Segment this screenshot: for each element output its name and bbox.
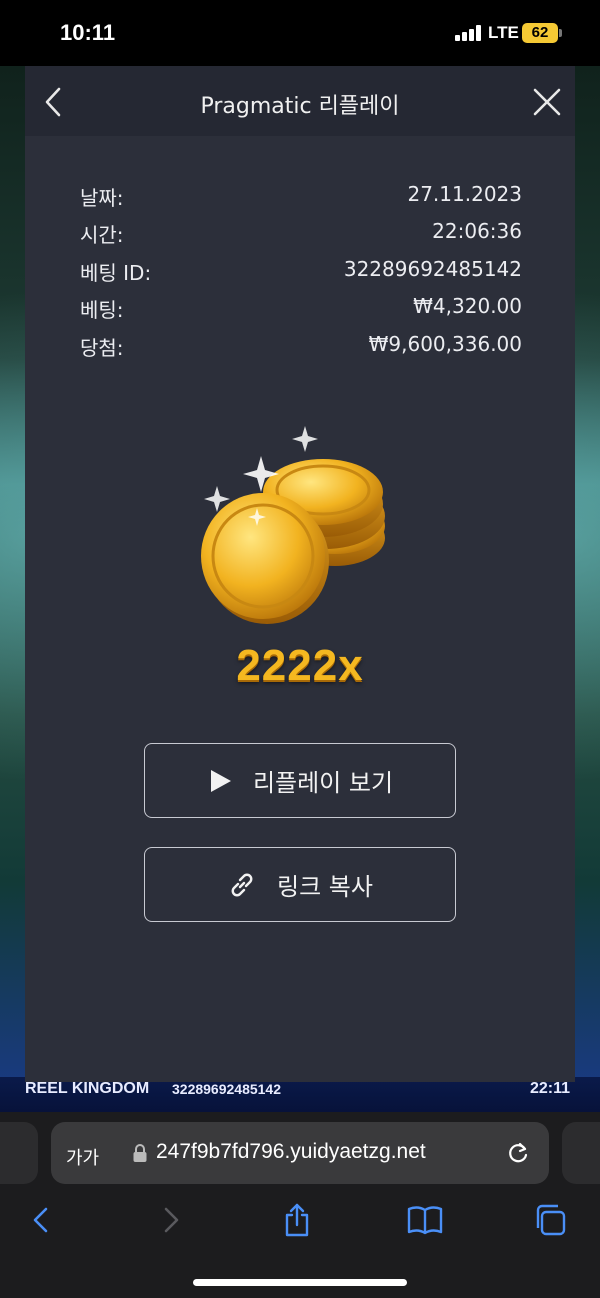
date-value: 27.11.2023 — [407, 182, 522, 206]
bet-label: 베팅: — [80, 298, 124, 322]
win-label: 당첨: — [80, 336, 124, 360]
status-time: 10:11 — [60, 20, 116, 45]
share-icon[interactable] — [277, 1200, 317, 1240]
info-row-bet: 베팅: ₩4,320.00 — [80, 294, 522, 324]
network-type: LTE — [488, 23, 519, 42]
time-label: 시간: — [80, 223, 124, 247]
lock-icon — [133, 1144, 147, 1162]
copy-link-button[interactable]: 링크 복사 — [144, 847, 456, 922]
game-bet-id: 32289692485142 — [172, 1081, 282, 1097]
game-brand: REEL KINGDOM — [25, 1080, 150, 1097]
forward-arrow-icon[interactable] — [150, 1200, 190, 1240]
info-row-time: 시간: 22:06:36 — [80, 219, 522, 249]
copy-link-label: 링크 복사 — [277, 873, 373, 901]
book-icon[interactable] — [405, 1200, 445, 1240]
win-value: ₩9,600,336.00 — [368, 332, 522, 356]
watch-replay-button[interactable]: 리플레이 보기 — [144, 743, 456, 818]
bet-id-value: 32289692485142 — [343, 257, 522, 281]
url-text[interactable]: 247f9b7fd796.yuidyaetzg.net — [156, 1140, 426, 1164]
status-bar: 10:11 LTE 62 — [0, 0, 600, 66]
info-row-win: 당첨: ₩9,600,336.00 — [80, 332, 522, 362]
replay-modal: Pragmatic 리플레이 날짜: 27.11.2023 시간: 22:06:… — [25, 66, 575, 1082]
back-arrow-icon[interactable] — [22, 1200, 62, 1240]
text-size-button[interactable]: 가가 — [66, 1144, 99, 1170]
info-row-bet-id: 베팅 ID: 32289692485142 — [80, 257, 522, 287]
link-icon — [231, 873, 253, 896]
battery-tip — [559, 29, 562, 37]
game-time: 22:11 — [530, 1080, 571, 1097]
play-icon — [210, 769, 231, 792]
modal-title: Pragmatic 리플레이 — [200, 94, 400, 119]
info-row-date: 날짜: 27.11.2023 — [80, 182, 522, 212]
reload-icon[interactable] — [505, 1140, 531, 1166]
date-label: 날짜: — [80, 186, 124, 210]
bet-value: ₩4,320.00 — [413, 294, 522, 318]
battery-icon: 62 — [522, 23, 558, 43]
win-multiplier: 2222x — [236, 641, 364, 690]
bet-id-label: 베팅 ID: — [80, 261, 152, 285]
home-indicator — [193, 1279, 407, 1286]
previous-tab-peek[interactable] — [0, 1122, 38, 1184]
watch-replay-label: 리플레이 보기 — [252, 769, 394, 797]
next-tab-peek[interactable] — [562, 1122, 600, 1184]
signal-icon — [455, 25, 483, 41]
close-icon — [533, 88, 561, 116]
tabs-icon[interactable] — [532, 1200, 572, 1240]
modal-header: Pragmatic 리플레이 — [25, 66, 575, 136]
time-value: 22:06:36 — [432, 219, 522, 243]
coins-icon — [201, 426, 385, 624]
close-button[interactable] — [527, 82, 567, 122]
